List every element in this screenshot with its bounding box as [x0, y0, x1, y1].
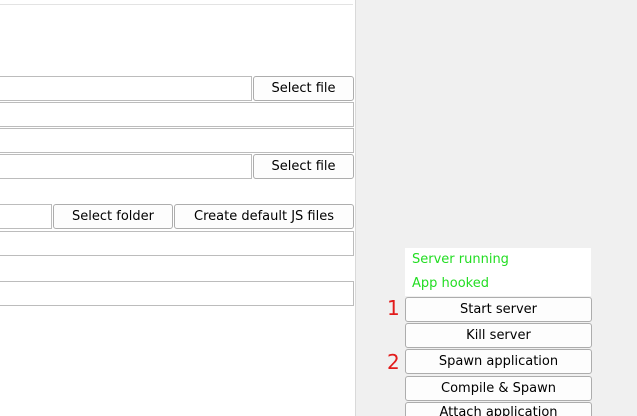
select-folder-button[interactable]: Select folder	[53, 204, 173, 229]
text-input-3[interactable]	[0, 128, 354, 153]
compile-and-spawn-button[interactable]: Compile & Spawn	[405, 376, 592, 401]
text-input-2[interactable]	[0, 102, 354, 127]
text-input-7[interactable]	[0, 281, 354, 306]
server-status-text: Server running	[412, 252, 509, 267]
text-input-6[interactable]	[0, 231, 354, 256]
folder-path-input[interactable]	[0, 204, 52, 229]
attach-application-button[interactable]: Attach application	[405, 402, 592, 416]
top-divider	[0, 4, 353, 5]
step-number-2: 2	[387, 350, 400, 374]
app-status-text: App hooked	[412, 276, 489, 291]
status-box: Server running App hooked	[405, 248, 591, 296]
create-default-js-files-button[interactable]: Create default JS files	[174, 204, 354, 229]
step-number-1: 1	[387, 296, 400, 320]
file-path-input-1[interactable]	[0, 76, 252, 101]
start-server-button[interactable]: Start server	[405, 297, 592, 322]
spawn-application-button[interactable]: Spawn application	[405, 349, 592, 374]
kill-server-button[interactable]: Kill server	[405, 323, 592, 348]
config-panel: Select file Select file Select folder Cr…	[0, 0, 356, 416]
select-file-button-2[interactable]: Select file	[253, 154, 354, 179]
select-file-button-1[interactable]: Select file	[253, 76, 354, 101]
file-path-input-4[interactable]	[0, 154, 252, 179]
